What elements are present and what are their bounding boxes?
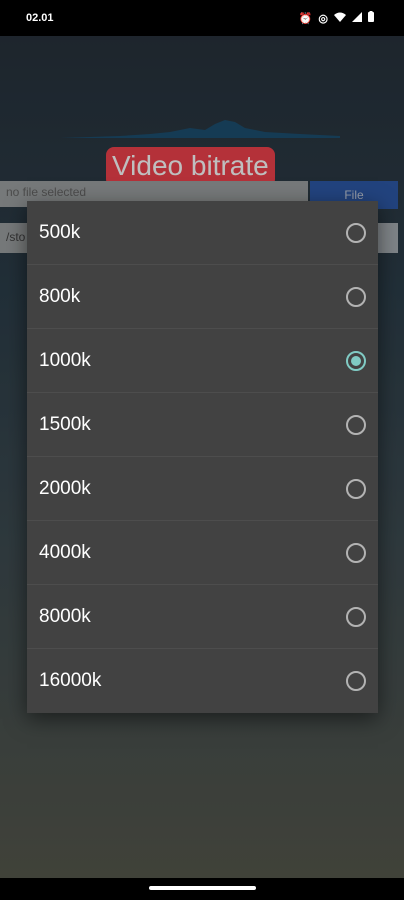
navigation-bar [0, 878, 404, 900]
option-label: 4000k [39, 541, 91, 563]
option-500k[interactable]: 500k [27, 201, 378, 265]
radio-icon[interactable] [346, 671, 366, 691]
signal-icon [352, 11, 362, 25]
option-label: 16000k [39, 670, 102, 691]
radio-checked-icon[interactable] [346, 351, 366, 371]
radio-icon[interactable] [346, 223, 366, 243]
option-label: 1500k [39, 413, 91, 435]
option-label: 800k [39, 285, 81, 307]
status-icons: ⏰ ◎ [299, 11, 374, 25]
option-label: 500k [39, 221, 81, 243]
wifi-icon [334, 12, 346, 25]
option-2000k[interactable]: 2000k [27, 457, 378, 521]
radio-icon[interactable] [346, 479, 366, 499]
option-label: 8000k [39, 605, 91, 627]
option-1000k[interactable]: 1000k [27, 329, 378, 393]
home-gesture-handle[interactable] [149, 886, 256, 890]
radio-icon[interactable] [346, 543, 366, 563]
option-1500k[interactable]: 1500k [27, 393, 378, 457]
option-800k[interactable]: 800k [27, 265, 378, 329]
option-label: 2000k [39, 477, 91, 499]
option-4000k[interactable]: 4000k [27, 521, 378, 585]
option-label: 1000k [39, 349, 91, 371]
data-saver-icon: ◎ [318, 12, 328, 25]
radio-icon[interactable] [346, 607, 366, 627]
option-16000k[interactable]: 16000k [27, 649, 378, 713]
battery-icon [368, 11, 374, 25]
radio-icon[interactable] [346, 287, 366, 307]
option-8000k[interactable]: 8000k [27, 585, 378, 649]
status-time: 02.01 [26, 12, 54, 24]
radio-icon[interactable] [346, 415, 366, 435]
alarm-icon: ⏰ [298, 12, 313, 25]
bitrate-dialog: 500k 800k 1000k 1500k 2000k 4000k 8000k … [27, 201, 378, 713]
status-bar: 02.01 ⏰ ◎ [0, 0, 404, 36]
